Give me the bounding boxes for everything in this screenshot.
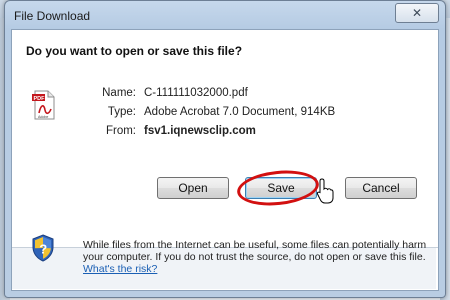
file-source: fsv1.iqnewsclip.com (144, 125, 256, 137)
prompt-question: Do you want to open or save this file? (26, 44, 243, 58)
open-button[interactable]: Open (157, 177, 229, 199)
from-label: From: (105, 125, 136, 137)
close-button[interactable]: ✕ (395, 3, 439, 23)
file-name: C-111111032000.pdf (144, 87, 248, 99)
file-download-dialog: File Download ✕ Do you want to open or s… (4, 0, 446, 298)
name-label: Name: (102, 87, 136, 99)
cancel-button[interactable]: Cancel (345, 177, 417, 199)
risk-link[interactable]: What's the risk? (83, 263, 157, 275)
pdf-file-icon: PDF Adobe (32, 90, 55, 120)
security-shield-icon: ? (32, 234, 54, 262)
security-warning: While files from the Internet can be use… (83, 239, 435, 275)
svg-text:?: ? (39, 242, 47, 257)
window-title: File Download (14, 9, 91, 23)
svg-text:PDF: PDF (34, 96, 46, 102)
title-bar[interactable]: File Download ✕ (5, 1, 445, 29)
svg-text:Adobe: Adobe (38, 115, 48, 119)
type-label: Type: (107, 106, 136, 118)
file-type: Adobe Acrobat 7.0 Document, 914KB (144, 106, 336, 118)
close-icon: ✕ (411, 6, 423, 20)
mouse-pointer-icon (316, 178, 334, 204)
warning-text: While files from the Internet can be use… (83, 239, 427, 263)
